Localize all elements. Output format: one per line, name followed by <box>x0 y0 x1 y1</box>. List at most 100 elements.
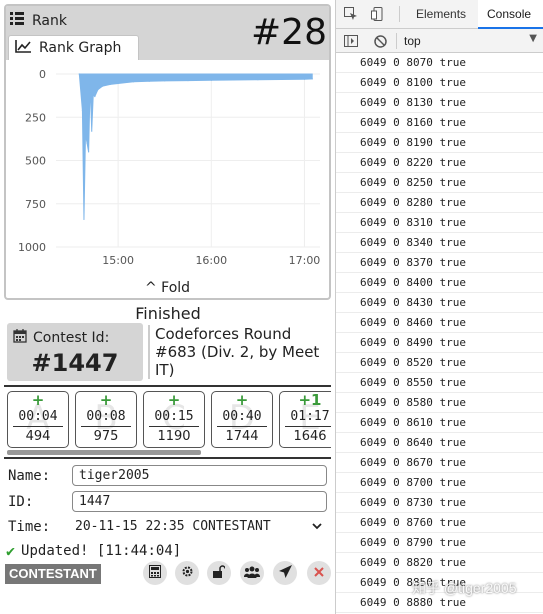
tab-console[interactable]: Console <box>478 0 543 29</box>
console-line: 6049 0 8250 true <box>336 173 543 193</box>
problem-card-c[interactable]: C + 00:15 1190 <box>143 391 205 448</box>
close-button[interactable] <box>307 561 331 585</box>
calendar-icon <box>13 329 27 347</box>
problem-score: 1744 <box>225 429 259 444</box>
contest-id-value: #1447 <box>31 349 119 377</box>
rank-point <box>101 85 104 87</box>
console-line: 6049 0 8730 true <box>336 493 543 513</box>
sidebar-toggle-icon[interactable] <box>342 32 360 50</box>
rank-point <box>133 81 135 83</box>
console-line: 6049 0 8340 true <box>336 233 543 253</box>
console-line-text: 6049 0 8220 true <box>360 156 466 169</box>
contest-id-label-row: Contest Id: <box>13 329 109 347</box>
x-tick-label: 15:00 <box>102 254 134 267</box>
problem-score: 1190 <box>157 429 191 444</box>
context-select[interactable]: top <box>404 34 421 48</box>
divider <box>4 385 331 387</box>
devtools-panel: Elements Console top ▼ 6049 0 8070 true 6… <box>336 0 543 614</box>
calculator-button[interactable] <box>143 561 167 585</box>
device-toolbar-icon[interactable] <box>369 5 387 23</box>
console-line-text: 6049 0 8070 true <box>360 56 466 69</box>
x-tick-label: 17:00 <box>289 254 321 267</box>
x-tick-label: 16:00 <box>195 254 227 267</box>
unlock-button[interactable] <box>207 561 231 585</box>
rank-point <box>83 218 85 220</box>
calculator-icon <box>149 565 161 581</box>
contestant-badge: CONTESTANT <box>5 564 101 584</box>
team-button[interactable] <box>240 561 264 585</box>
console-line-text: 6049 0 8340 true <box>360 236 466 249</box>
rank-card: Rank Rank Graph #28 0 250 500 750 1000 15:00 1… <box>4 4 331 300</box>
settings-button[interactable] <box>175 561 199 585</box>
rank-point <box>84 133 87 136</box>
problem-score: 1646 <box>293 429 327 444</box>
divider <box>285 426 331 427</box>
rank-point <box>86 142 88 144</box>
console-line-text: 6049 0 8280 true <box>360 196 466 209</box>
console-line-text: 6049 0 8760 true <box>360 516 466 529</box>
check-icon: ✔ <box>6 542 16 560</box>
problem-card-e[interactable]: E +1 01:17 1646 <box>279 391 331 448</box>
console-line: 6049 0 8490 true <box>336 333 543 353</box>
problem-card-b[interactable]: B + 00:08 975 <box>75 391 137 448</box>
id-field[interactable]: 1447 <box>72 491 327 512</box>
rank-title-label: Rank <box>32 12 67 29</box>
rank-point <box>78 73 80 75</box>
rank-chart: 0 250 500 750 1000 15:00 16:00 17:00 <box>18 68 321 267</box>
y-tick-label: 750 <box>25 198 46 211</box>
rank-point <box>109 83 111 85</box>
divider <box>13 426 63 427</box>
rank-point <box>210 79 212 81</box>
problem-score: 975 <box>93 429 119 444</box>
name-field[interactable]: tiger2005 <box>72 465 327 486</box>
problems-scrollbar[interactable] <box>7 450 201 455</box>
console-line-text: 6049 0 8400 true <box>360 276 466 289</box>
chevron-down-icon[interactable] <box>312 519 322 533</box>
line-chart-icon <box>15 39 31 57</box>
close-icon <box>314 566 324 580</box>
contest-status: Finished <box>135 304 201 323</box>
users-icon <box>243 566 261 581</box>
console-line: 6049 0 8760 true <box>336 513 543 533</box>
console-line-text: 6049 0 8550 true <box>360 376 466 389</box>
time-select[interactable]: 20-11-15 22:35 CONTESTANT <box>75 519 271 534</box>
name-label: Name: <box>8 468 51 484</box>
console-toolbar: top ▼ <box>336 29 543 53</box>
watermark: 知乎 @tiger2005 <box>412 580 517 596</box>
rank-number: #28 <box>251 12 327 53</box>
tab-elements[interactable]: Elements <box>416 7 466 21</box>
contest-panel: Rank Rank Graph #28 0 250 500 750 1000 15:00 1… <box>0 0 336 614</box>
console-line-text: 6049 0 8430 true <box>360 296 466 309</box>
console-line: 6049 0 8820 true <box>336 553 543 573</box>
contest-name[interactable]: Codeforces Round #683 (Div. 2, by Meet I… <box>148 325 330 379</box>
problem-card-d[interactable]: D + 00:40 1744 <box>211 391 273 448</box>
tab-rank-graph[interactable]: Rank Graph <box>8 35 139 60</box>
console-line-text: 6049 0 8820 true <box>360 556 466 569</box>
problems-row: A + 00:04 494 B + 00:08 975 C + 00:15 11… <box>7 391 331 449</box>
divider <box>4 457 331 459</box>
chevron-up-icon: ^ <box>144 280 157 296</box>
problem-card-a[interactable]: A + 00:04 494 <box>7 391 69 448</box>
clear-console-icon[interactable] <box>371 32 389 50</box>
console-line: 6049 0 8700 true <box>336 473 543 493</box>
rank-point <box>117 82 119 85</box>
problem-time: 01:17 <box>290 409 330 424</box>
console-line: 6049 0 8610 true <box>336 413 543 433</box>
update-status-text: Updated! [11:44:04] <box>21 543 182 559</box>
rank-point <box>88 151 90 153</box>
console-line: 6049 0 8370 true <box>336 253 543 273</box>
divider <box>81 426 131 427</box>
console-line-text: 6049 0 8100 true <box>360 76 466 89</box>
problem-score: 494 <box>25 429 51 444</box>
problem-accepted-mark: + <box>99 391 113 409</box>
console-line-text: 6049 0 8640 true <box>360 436 466 449</box>
inspect-element-icon[interactable] <box>342 5 360 23</box>
dropdown-arrow-icon[interactable]: ▼ <box>529 33 537 44</box>
rank-title[interactable]: Rank <box>10 12 67 29</box>
fold-button[interactable]: ^ Fold <box>6 280 329 296</box>
id-label: ID: <box>8 494 34 510</box>
console-line-text: 6049 0 8520 true <box>360 356 466 369</box>
rank-point <box>92 94 94 96</box>
send-button[interactable] <box>273 561 297 585</box>
problem-time: 00:15 <box>154 409 194 424</box>
